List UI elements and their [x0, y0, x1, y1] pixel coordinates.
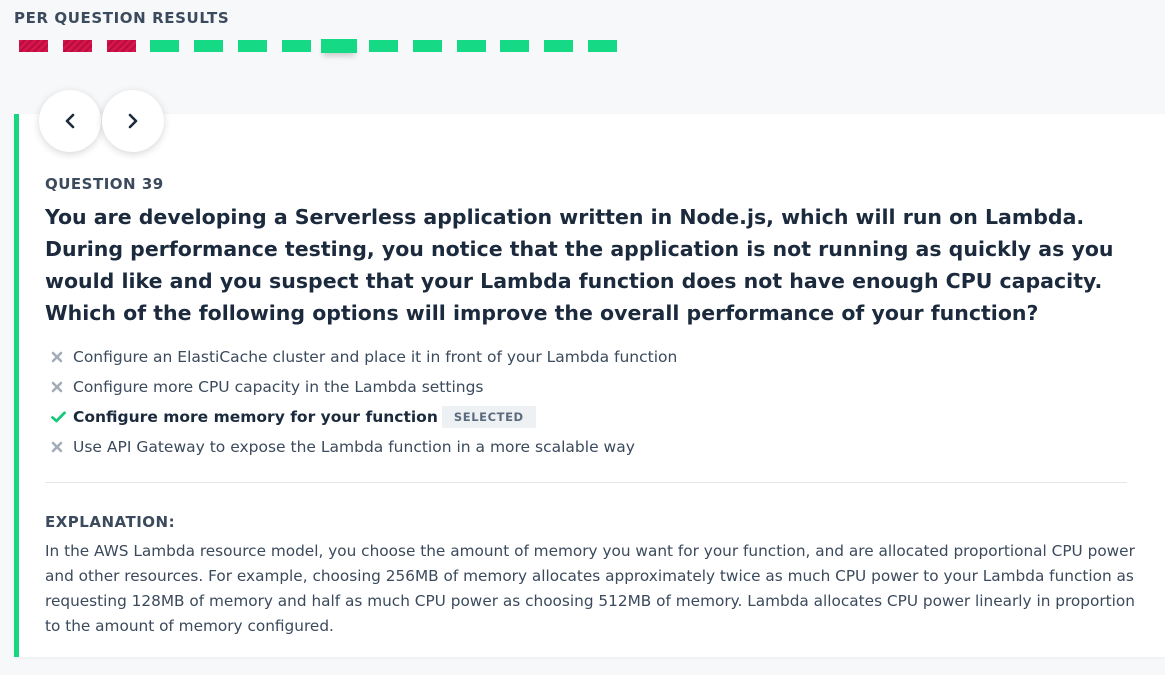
- explanation-text: In the AWS Lambda resource model, you ch…: [45, 542, 1135, 635]
- result-bar-3[interactable]: [107, 40, 136, 52]
- result-bar-11[interactable]: [457, 40, 486, 52]
- chevron-right-icon: [128, 113, 138, 129]
- answer-text: Use API Gateway to expose the Lambda fun…: [73, 438, 635, 456]
- result-bar-5[interactable]: [194, 40, 223, 52]
- result-bar-1[interactable]: [19, 40, 48, 52]
- question-number: QUESTION 39: [45, 175, 164, 193]
- answer-option-3: Configure more memory for your function …: [51, 402, 677, 432]
- x-icon: [51, 381, 73, 393]
- next-question-button[interactable]: [102, 90, 164, 152]
- result-bar-2[interactable]: [63, 40, 92, 52]
- answer-list: Configure an ElastiCache cluster and pla…: [51, 342, 677, 462]
- answer-text: Configure more CPU capacity in the Lambd…: [73, 378, 484, 396]
- answer-option-4: Use API Gateway to expose the Lambda fun…: [51, 432, 677, 462]
- result-bar-10[interactable]: [413, 40, 442, 52]
- result-bar-14[interactable]: [588, 40, 617, 52]
- per-question-results-title: PER QUESTION RESULTS: [14, 9, 230, 27]
- question-text: You are developing a Serverless applicat…: [45, 205, 1114, 325]
- divider: [45, 482, 1127, 483]
- x-icon: [51, 441, 73, 453]
- answer-text: Configure an ElastiCache cluster and pla…: [73, 348, 678, 366]
- result-bar-6[interactable]: [238, 40, 267, 52]
- selected-badge: SELECTED: [441, 406, 536, 428]
- answer-option-1: Configure an ElastiCache cluster and pla…: [51, 342, 677, 372]
- result-bar-13[interactable]: [544, 40, 573, 52]
- answer-text: Configure more memory for your function: [73, 408, 438, 426]
- previous-question-button[interactable]: [39, 90, 101, 152]
- result-bar-8[interactable]: [321, 39, 357, 53]
- answer-option-2: Configure more CPU capacity in the Lambd…: [51, 372, 677, 402]
- chevron-left-icon: [65, 113, 75, 129]
- result-bar-4[interactable]: [150, 40, 179, 52]
- result-bar-7[interactable]: [282, 40, 311, 52]
- result-bar-12[interactable]: [500, 40, 529, 52]
- result-bar-9[interactable]: [369, 40, 398, 52]
- x-icon: [51, 351, 73, 363]
- check-icon: [51, 411, 73, 423]
- explanation-label: EXPLANATION:: [45, 513, 176, 531]
